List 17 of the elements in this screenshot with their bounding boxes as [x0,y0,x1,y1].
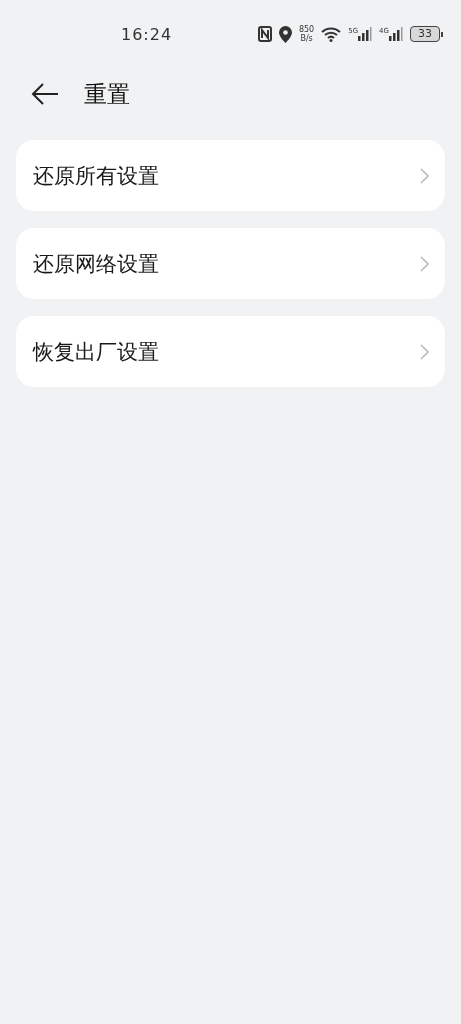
settings-row[interactable]: 还原网络设置 [16,228,445,299]
chevron-icon [420,255,429,272]
clock-time: 16:24 [121,24,173,44]
network-speed: 850 [298,25,315,34]
signal-icon [358,27,373,41]
speed-unit: B/s [299,34,314,43]
nfc-icon [257,26,272,42]
wifi-icon [321,26,342,42]
page-title: 重置 [84,79,130,109]
back-button[interactable] [30,82,60,106]
battery-level: 33 [410,26,440,42]
chevron-icon [420,343,429,360]
chevron-icon [420,167,429,184]
settings-row[interactable]: 恢复出厂设置 [16,316,445,387]
signal-icon [389,27,403,41]
location-icon [278,25,292,43]
settings-row[interactable]: 还原所有设置 [16,140,445,211]
